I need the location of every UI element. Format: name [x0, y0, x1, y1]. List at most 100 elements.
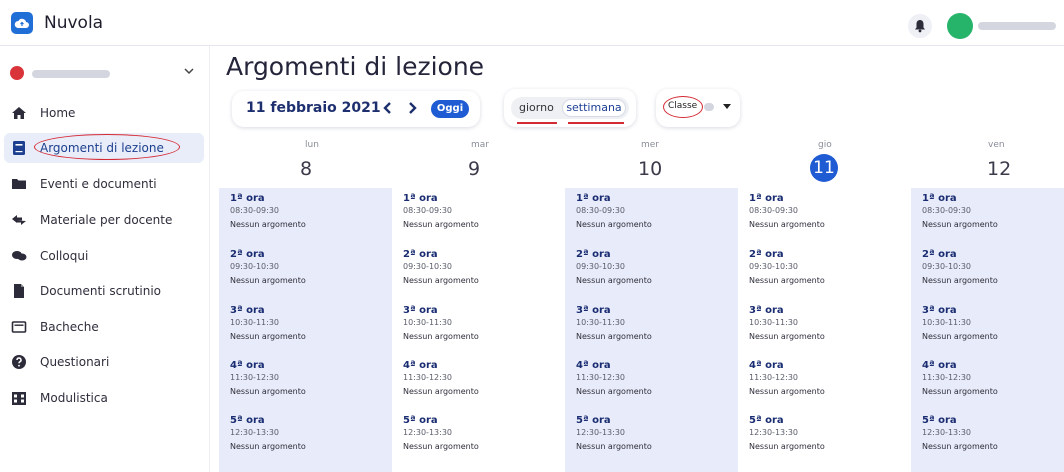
slot-hour: 2ª ora	[576, 249, 611, 260]
lesson-slot[interactable]: 5ª ora 12:30-13:30 Nessun argomento	[403, 415, 553, 465]
slot-topic: Nessun argomento	[230, 220, 306, 229]
sidebar-item-modulistica[interactable]: Modulistica	[4, 383, 204, 413]
lesson-slot[interactable]: 5ª ora 12:30-13:30 Nessun argomento	[922, 415, 1064, 465]
lesson-slot[interactable]: 3ª ora 10:30-11:30 Nessun argomento	[576, 305, 726, 355]
lesson-slot[interactable]: 3ª ora 10:30-11:30 Nessun argomento	[230, 305, 380, 355]
slot-time: 10:30-11:30	[576, 318, 625, 327]
slot-topic: Nessun argomento	[922, 387, 998, 396]
cloud-logo-icon[interactable]	[11, 12, 33, 34]
sidebar-item-eventi-e-documenti[interactable]: Eventi e documenti	[4, 169, 204, 199]
slot-time: 09:30-10:30	[749, 262, 798, 271]
lesson-slot[interactable]: 4ª ora 11:30-12:30 Nessun argomento	[403, 360, 553, 410]
lesson-slot[interactable]: 5ª ora 12:30-13:30 Nessun argomento	[576, 415, 726, 465]
lesson-slot[interactable]: 2ª ora 09:30-10:30 Nessun argomento	[922, 249, 1064, 299]
slot-hour: 5ª ora	[403, 415, 438, 426]
lesson-slot[interactable]: 5ª ora 12:30-13:30 Nessun argomento	[230, 415, 380, 465]
sidebar-item-label: Eventi e documenti	[40, 177, 157, 191]
slot-topic: Nessun argomento	[403, 220, 479, 229]
slot-time: 08:30-09:30	[403, 206, 452, 215]
lesson-slot[interactable]: 3ª ora 10:30-11:30 Nessun argomento	[922, 305, 1064, 355]
slot-hour: 4ª ora	[230, 360, 265, 371]
sidebar-item-argomenti-di-lezione[interactable]: Argomenti di lezione	[4, 133, 204, 163]
lesson-slot[interactable]: 1ª ora 08:30-09:30 Nessun argomento	[576, 193, 726, 243]
day-header[interactable]: mer 10	[565, 140, 738, 186]
slot-topic: Nessun argomento	[749, 442, 825, 451]
day-number: 12	[987, 158, 1012, 180]
lesson-slot[interactable]: 1ª ora 08:30-09:30 Nessun argomento	[922, 193, 1064, 243]
slot-time: 12:30-13:30	[403, 428, 452, 437]
bell-icon[interactable]	[908, 14, 932, 38]
day-header[interactable]: ven 12	[911, 140, 1064, 186]
lesson-slot[interactable]: 4ª ora 11:30-12:30 Nessun argomento	[749, 360, 899, 410]
slot-hour: 5ª ora	[576, 415, 611, 426]
lesson-slot[interactable]: 4ª ora 11:30-12:30 Nessun argomento	[576, 360, 726, 410]
slot-time: 11:30-12:30	[749, 373, 798, 382]
day-header[interactable]: lun 8	[219, 140, 392, 186]
sidebar-item-home[interactable]: Home	[4, 98, 204, 128]
share-icon	[12, 215, 26, 225]
home-icon	[12, 107, 26, 119]
document-icon	[14, 284, 24, 298]
sidebar-item-label: Questionari	[40, 355, 110, 369]
book-icon	[13, 141, 25, 155]
lesson-slot[interactable]: 3ª ora 10:30-11:30 Nessun argomento	[403, 305, 553, 355]
day-number: 9	[468, 158, 481, 180]
lesson-slot[interactable]: 2ª ora 09:30-10:30 Nessun argomento	[576, 249, 726, 299]
slot-hour: 1ª ora	[749, 193, 784, 204]
annotation-underline	[517, 122, 557, 124]
lesson-slot[interactable]: 2ª ora 09:30-10:30 Nessun argomento	[403, 249, 553, 299]
day-header[interactable]: gio 11	[738, 140, 911, 186]
slot-time: 12:30-13:30	[230, 428, 279, 437]
avatar[interactable]	[947, 13, 973, 39]
slot-topic: Nessun argomento	[749, 332, 825, 341]
lesson-slot[interactable]: 3ª ora 10:30-11:30 Nessun argomento	[749, 305, 899, 355]
slot-time: 12:30-13:30	[749, 428, 798, 437]
slot-topic: Nessun argomento	[403, 332, 479, 341]
slot-topic: Nessun argomento	[576, 276, 652, 285]
sidebar-item-bacheche[interactable]: Bacheche	[4, 312, 204, 342]
slot-topic: Nessun argomento	[576, 387, 652, 396]
sidebar-item-documenti-scrutinio[interactable]: Documenti scrutinio	[4, 276, 204, 306]
lesson-slot[interactable]: 1ª ora 08:30-09:30 Nessun argomento	[230, 193, 380, 243]
slot-hour: 2ª ora	[230, 249, 265, 260]
slot-hour: 4ª ora	[403, 360, 438, 371]
slot-time: 11:30-12:30	[403, 373, 452, 382]
day-name: ven	[988, 140, 1005, 150]
school-selector[interactable]	[10, 62, 200, 82]
slot-hour: 1ª ora	[230, 193, 265, 204]
annotation-highlight	[34, 134, 180, 160]
chevron-right-icon[interactable]	[403, 99, 421, 117]
current-date: 11 febbraio 2021	[246, 100, 381, 116]
user-name-redacted[interactable]	[978, 22, 1056, 30]
sidebar-item-colloqui[interactable]: Colloqui	[4, 241, 204, 271]
slot-hour: 1ª ora	[403, 193, 438, 204]
lesson-slot[interactable]: 4ª ora 11:30-12:30 Nessun argomento	[230, 360, 380, 410]
folder-icon	[12, 179, 26, 189]
slot-time: 08:30-09:30	[230, 206, 279, 215]
slot-topic: Nessun argomento	[922, 220, 998, 229]
today-button[interactable]: Oggi	[431, 100, 469, 118]
lesson-slot[interactable]: 1ª ora 08:30-09:30 Nessun argomento	[403, 193, 553, 243]
lesson-slot[interactable]: 1ª ora 08:30-09:30 Nessun argomento	[749, 193, 899, 243]
lesson-slot[interactable]: 5ª ora 12:30-13:30 Nessun argomento	[749, 415, 899, 465]
slot-time: 09:30-10:30	[230, 262, 279, 271]
day-header[interactable]: mar 9	[392, 140, 565, 186]
lesson-slot[interactable]: 4ª ora 11:30-12:30 Nessun argomento	[922, 360, 1064, 410]
annotation-highlight	[663, 96, 703, 118]
day-column: 1ª ora 08:30-09:30 Nessun argomento 2ª ora 0…	[565, 188, 738, 472]
slot-time: 09:30-10:30	[403, 262, 452, 271]
slot-time: 09:30-10:30	[576, 262, 625, 271]
day-name: lun	[305, 140, 319, 150]
chat-icon	[12, 251, 27, 261]
sidebar-item-questionari[interactable]: Questionari	[4, 347, 204, 377]
chevron-left-icon[interactable]	[379, 99, 397, 117]
slot-time: 10:30-11:30	[922, 318, 971, 327]
view-week-option[interactable]: settimana	[562, 99, 626, 117]
day-column: 1ª ora 08:30-09:30 Nessun argomento 2ª ora 0…	[911, 188, 1064, 472]
sidebar-item-materiale-per-docente[interactable]: Materiale per docente	[4, 205, 204, 235]
slot-topic: Nessun argomento	[576, 442, 652, 451]
class-selector[interactable]: Classe	[656, 89, 740, 127]
lesson-slot[interactable]: 2ª ora 09:30-10:30 Nessun argomento	[230, 249, 380, 299]
view-day-option[interactable]: giorno	[519, 101, 554, 114]
lesson-slot[interactable]: 2ª ora 09:30-10:30 Nessun argomento	[749, 249, 899, 299]
